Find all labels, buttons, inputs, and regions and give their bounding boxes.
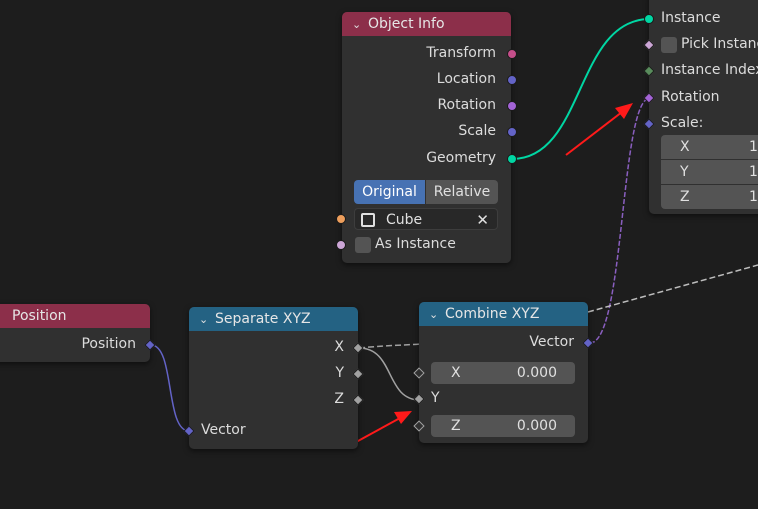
output-scale-label: Scale	[458, 123, 496, 139]
separate-vector-label: Vector	[201, 422, 246, 438]
position-header[interactable]: Position	[0, 304, 150, 328]
instance-node[interactable]: Instance Pick Instance Instance Index Ro…	[643, 0, 758, 214]
object-info-node[interactable]: ⌄ Object Info Transform Location Rotation…	[336, 12, 517, 263]
annotation-arrow-rotation	[565, 103, 633, 156]
position-output-label: Position	[81, 336, 136, 352]
instance-input-label: Instance	[661, 10, 721, 26]
as-instance-checkbox[interactable]	[355, 237, 371, 253]
geometry-socket[interactable]	[507, 154, 517, 164]
object-field-value: Cube	[386, 212, 423, 228]
scale-y-value: 1	[749, 164, 758, 180]
output-geometry-label: Geometry	[426, 150, 496, 166]
object-info-header[interactable]: ⌄ Object Info	[342, 12, 511, 36]
link-offscreen-right[interactable]	[587, 264, 758, 313]
separate-xyz-title: Separate XYZ	[215, 311, 311, 327]
combine-y-label: Y	[431, 390, 440, 406]
scale-socket[interactable]	[507, 127, 517, 137]
position-title: Position	[12, 308, 67, 324]
combine-vector-label: Vector	[529, 334, 574, 350]
clear-x-icon[interactable]: ✕	[476, 209, 489, 231]
output-location-label: Location	[436, 71, 496, 87]
object-input-socket[interactable]	[336, 214, 346, 224]
combine-z-field[interactable]: Z 0.000	[431, 415, 575, 437]
transform-socket[interactable]	[507, 49, 517, 59]
combine-z-field-value: 0.000	[516, 418, 557, 434]
separate-xyz-header[interactable]: ⌄ Separate XYZ	[189, 307, 358, 331]
link-vector-to-rotation[interactable]	[589, 97, 651, 344]
scale-x-value: 1	[749, 139, 758, 155]
pick-instance-label: Pick Instance	[681, 36, 758, 52]
combine-x-field-label: X	[451, 365, 461, 381]
separate-xyz-node[interactable]: ⌄ Separate XYZ X Y Z Vector	[183, 307, 364, 449]
scale-y-field[interactable]: Y 1	[661, 160, 758, 184]
scale-x-field[interactable]: X 1	[661, 135, 758, 159]
scale-z-value: 1.	[749, 189, 758, 205]
chevron-down-icon[interactable]: ⌄	[352, 13, 368, 36]
relative-mode-button[interactable]: Relative	[426, 180, 498, 204]
separate-y-label: Y	[335, 365, 344, 381]
output-rotation-label: Rotation	[437, 97, 496, 113]
scale-z-field[interactable]: Z 1.	[661, 185, 758, 209]
combine-x-field[interactable]: X 0.000	[431, 362, 575, 384]
object-field[interactable]: Cube ✕	[354, 208, 498, 230]
scale-z-label: Z	[680, 189, 690, 205]
scale-input-label: Scale:	[661, 115, 704, 131]
rotation-input-label: Rotation	[661, 89, 720, 105]
combine-x-field-value: 0.000	[516, 365, 557, 381]
object-info-title: Object Info	[368, 16, 445, 32]
link-x-offscreen[interactable]	[358, 343, 421, 349]
link-geometry-to-instance[interactable]	[511, 18, 651, 160]
as-instance-label: As Instance	[375, 236, 456, 252]
combine-xyz-node[interactable]: ⌄ Combine XYZ Vector X 0.000 Y Z 0.000	[413, 302, 594, 443]
combine-z-field-label: Z	[451, 418, 461, 434]
separate-x-label: X	[334, 339, 344, 355]
rotation-socket[interactable]	[507, 101, 517, 111]
scale-x-label: X	[680, 139, 690, 155]
instance-index-label: Instance Index	[661, 62, 758, 78]
pick-instance-checkbox[interactable]	[661, 37, 677, 53]
object-cube-icon	[361, 213, 375, 227]
output-transform-label: Transform	[426, 45, 496, 61]
link-x-to-y[interactable]	[358, 347, 421, 401]
as-instance-socket[interactable]	[336, 240, 346, 250]
combine-xyz-header[interactable]: ⌄ Combine XYZ	[419, 302, 588, 326]
chevron-down-icon[interactable]: ⌄	[429, 303, 445, 326]
chevron-down-icon[interactable]: ⌄	[199, 308, 215, 331]
separate-z-label: Z	[334, 391, 344, 407]
location-socket[interactable]	[507, 75, 517, 85]
combine-xyz-title: Combine XYZ	[445, 306, 540, 322]
scale-y-label: Y	[680, 164, 689, 180]
link-position-to-separate[interactable]	[150, 344, 190, 432]
original-mode-button[interactable]: Original	[354, 180, 425, 204]
instance-input-socket[interactable]	[644, 14, 654, 24]
position-node[interactable]: Position Position	[0, 304, 156, 362]
